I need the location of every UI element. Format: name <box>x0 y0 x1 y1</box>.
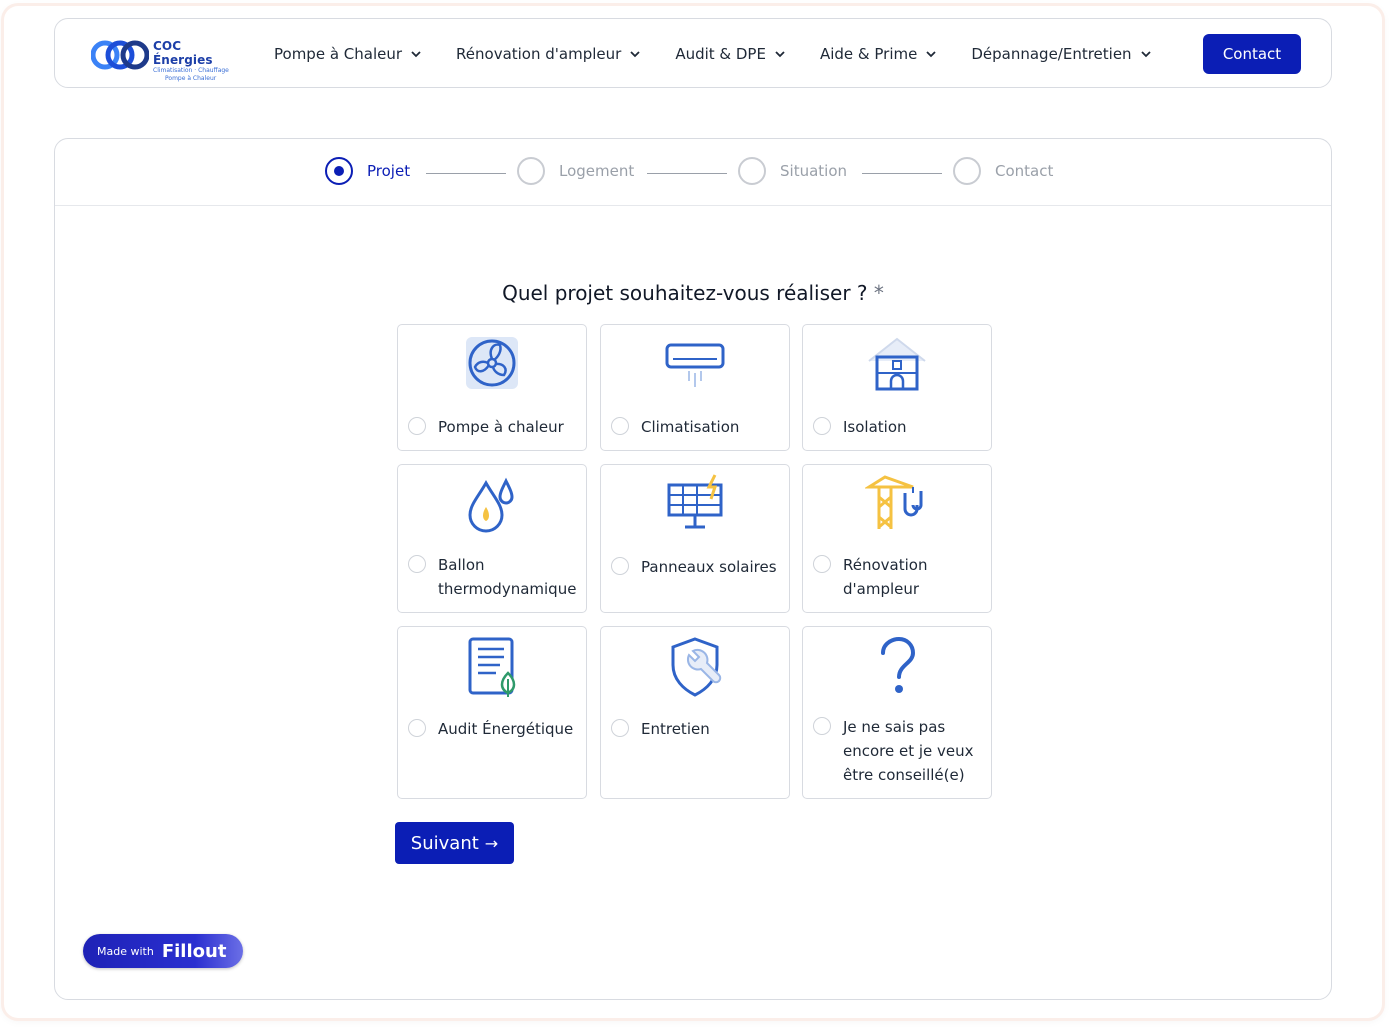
next-button[interactable]: Suivant → <box>395 822 514 864</box>
top-navbar: COC Énergies Climatisation · Chauffage P… <box>54 18 1332 88</box>
crane-icon <box>865 475 923 529</box>
option-isolation[interactable]: Isolation <box>802 324 992 451</box>
option-label: Climatisation <box>641 418 740 436</box>
logo-name: COC Énergies <box>153 39 213 67</box>
question-mark-icon <box>881 636 916 693</box>
step-indicator <box>325 157 353 185</box>
question-title: Quel projet souhaitez-vous réaliser ? * <box>55 281 1331 305</box>
question-text: Quel projet souhaitez-vous réaliser ? <box>502 281 868 305</box>
option-ballon-thermodynamique[interactable]: Ballon thermodynamique <box>397 464 587 613</box>
option-label: Panneaux solaires <box>641 558 777 576</box>
option-je-ne-sais-pas[interactable]: Je ne sais pas encore et je veux être co… <box>802 626 992 799</box>
logo-sub-1: Climatisation · Chauffage <box>153 67 229 74</box>
step-connector <box>862 173 942 174</box>
chevron-down-icon <box>630 51 640 58</box>
logo-sub-2: Pompe à Chaleur <box>165 75 217 82</box>
step-indicator <box>738 157 766 185</box>
option-label: Audit Énergétique <box>438 720 574 738</box>
nav-item-renovation[interactable]: Rénovation d'ampleur <box>456 45 641 63</box>
option-label: Je ne sais pas encore et je veux être co… <box>843 718 974 784</box>
step-contact[interactable]: Contact <box>953 157 1053 185</box>
nav-item-label: Pompe à Chaleur <box>274 45 403 63</box>
arrow-right-icon: → <box>484 833 499 853</box>
required-mark: * <box>873 281 884 305</box>
step-situation[interactable]: Situation <box>738 157 847 185</box>
option-entretien[interactable]: Entretien <box>600 626 790 799</box>
form-card: Projet Logement Situation Contact Quel p… <box>54 138 1332 1000</box>
option-label: Isolation <box>843 418 907 436</box>
chevron-down-icon <box>926 51 936 58</box>
step-indicator <box>517 157 545 185</box>
option-panneaux-solaires[interactable]: Panneaux solaires <box>600 464 790 613</box>
option-renovation-ampleur[interactable]: Rénovation d'ampleur <box>802 464 992 613</box>
nav-item-label: Rénovation d'ampleur <box>456 45 622 63</box>
logo-rings-icon <box>91 40 149 70</box>
step-connector <box>647 173 727 174</box>
option-radio[interactable] <box>408 555 426 573</box>
option-label: Pompe à chaleur <box>438 418 564 436</box>
nav-item-label: Aide & Prime <box>819 45 918 63</box>
step-projet[interactable]: Projet <box>325 157 410 185</box>
option-label: Ballon thermodynamique <box>438 556 577 598</box>
nav-item-label: Dépannage/Entretien <box>971 45 1132 63</box>
option-radio[interactable] <box>813 717 831 735</box>
next-button-label: Suivant <box>410 832 479 854</box>
solar-panel-icon <box>667 474 723 529</box>
contact-button[interactable]: Contact <box>1203 34 1301 74</box>
step-logement[interactable]: Logement <box>517 157 634 185</box>
nav-item-depannage[interactable]: Dépannage/Entretien <box>971 45 1151 63</box>
option-climatisation[interactable]: Climatisation <box>600 324 790 451</box>
step-connector <box>426 173 506 174</box>
stepper: Projet Logement Situation Contact <box>55 139 1331 206</box>
chevron-down-icon <box>1140 51 1151 58</box>
option-radio[interactable] <box>408 719 426 737</box>
option-radio[interactable] <box>611 417 629 435</box>
option-radio[interactable] <box>611 557 629 575</box>
fan-icon <box>466 337 518 389</box>
document-leaf-icon <box>468 637 516 697</box>
option-radio[interactable] <box>408 417 426 435</box>
house-icon <box>868 337 926 391</box>
nav-item-aide-prime[interactable]: Aide & Prime <box>820 45 937 63</box>
option-audit-energetique[interactable]: Audit Énergétique <box>397 626 587 799</box>
logo[interactable]: COC Énergies Climatisation · Chauffage P… <box>91 37 241 82</box>
nav-item-label: Audit & DPE <box>675 45 766 63</box>
option-radio[interactable] <box>813 555 831 573</box>
step-indicator <box>953 157 981 185</box>
nav-item-pompe-a-chaleur[interactable]: Pompe à Chaleur <box>274 45 422 63</box>
air-conditioner-icon <box>665 343 725 387</box>
option-radio[interactable] <box>813 417 831 435</box>
shield-wrench-icon <box>671 637 722 697</box>
badge-made-with: Made with <box>97 944 154 958</box>
option-label: Entretien <box>641 720 710 738</box>
chevron-down-icon <box>775 51 785 58</box>
nav-item-audit-dpe[interactable]: Audit & DPE <box>675 45 786 63</box>
nav-menu: Pompe à Chaleur Rénovation d'ampleur Aud… <box>274 19 1186 89</box>
water-drop-icon <box>468 477 514 533</box>
step-label: Logement <box>559 162 635 180</box>
option-radio[interactable] <box>611 719 629 737</box>
option-pompe-a-chaleur[interactable]: Pompe à chaleur <box>397 324 587 451</box>
step-label: Projet <box>367 162 411 180</box>
made-with-fillout-badge[interactable]: Made with Fillout <box>83 934 243 968</box>
chevron-down-icon <box>411 51 421 58</box>
step-label: Contact <box>995 162 1054 180</box>
option-label: Rénovation d'ampleur <box>843 556 928 598</box>
step-label: Situation <box>780 162 848 180</box>
badge-brand: Fillout <box>161 940 227 962</box>
